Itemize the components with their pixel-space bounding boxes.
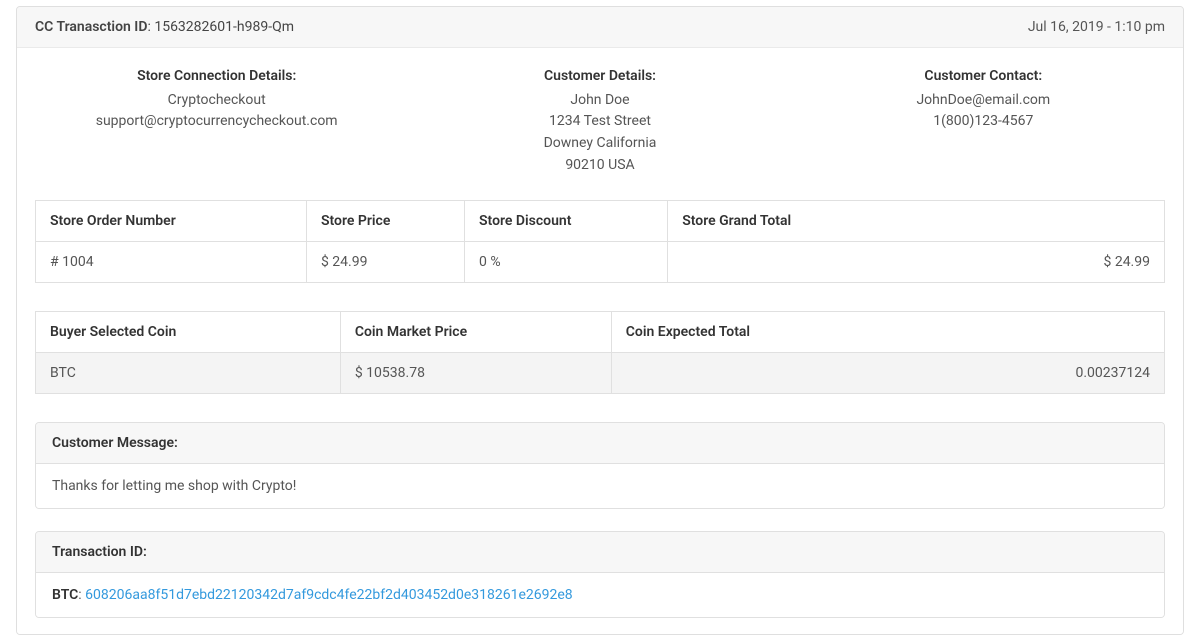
- coin-table-header-row: Buyer Selected Coin Coin Market Price Co…: [36, 312, 1165, 353]
- cell-order-number: # 1004: [36, 242, 307, 283]
- card-header: CC Tranasction ID: 1563282601-h989-Qm Ju…: [17, 7, 1183, 48]
- transaction-hash-link[interactable]: 608206aa8f51d7ebd22120342d7af9cdc4fe22bf…: [85, 587, 572, 603]
- cc-transaction-id: CC Tranasction ID: 1563282601-h989-Qm: [35, 19, 294, 35]
- cc-transaction-id-label: CC Tranasction ID: [35, 19, 147, 35]
- customer-contact: Customer Contact: JohnDoe@email.com 1(80…: [802, 66, 1165, 176]
- store-connection-title: Store Connection Details:: [35, 66, 398, 88]
- cell-market-price: $ 10538.78: [340, 353, 611, 394]
- customer-message-title: Customer Message:: [36, 423, 1164, 464]
- coin-table: Buyer Selected Coin Coin Market Price Co…: [35, 311, 1165, 394]
- col-order-number: Store Order Number: [36, 201, 307, 242]
- transaction-card: CC Tranasction ID: 1563282601-h989-Qm Ju…: [16, 6, 1184, 635]
- transaction-id-body: BTC: 608206aa8f51d7ebd22120342d7af9cdc4f…: [36, 573, 1164, 617]
- coin-table-row: BTC $ 10538.78 0.00237124: [36, 353, 1165, 394]
- cell-store-discount: 0 %: [465, 242, 668, 283]
- order-table: Store Order Number Store Price Store Dis…: [35, 200, 1165, 283]
- customer-contact-title: Customer Contact:: [802, 66, 1165, 88]
- customer-message-panel: Customer Message: Thanks for letting me …: [35, 422, 1165, 509]
- transaction-coin-label: BTC: [52, 587, 78, 603]
- col-store-discount: Store Discount: [465, 201, 668, 242]
- customer-postal: 90210 USA: [418, 155, 781, 177]
- transaction-timestamp: Jul 16, 2019 - 1:10 pm: [1028, 19, 1165, 35]
- store-name: Cryptocheckout: [35, 90, 398, 112]
- col-selected-coin: Buyer Selected Coin: [36, 312, 341, 353]
- cc-transaction-id-value: 1563282601-h989-Qm: [154, 19, 294, 35]
- cell-expected-total: 0.00237124: [611, 353, 1164, 394]
- customer-contact-phone: 1(800)123-4567: [802, 111, 1165, 133]
- col-expected-total: Coin Expected Total: [611, 312, 1164, 353]
- transaction-id-panel: Transaction ID: BTC: 608206aa8f51d7ebd22…: [35, 531, 1165, 618]
- col-store-grand-total: Store Grand Total: [668, 201, 1165, 242]
- transaction-id-title: Transaction ID:: [36, 532, 1164, 573]
- cell-selected-coin: BTC: [36, 353, 341, 394]
- cell-store-grand-total: $ 24.99: [668, 242, 1165, 283]
- customer-street: 1234 Test Street: [418, 111, 781, 133]
- order-table-header-row: Store Order Number Store Price Store Dis…: [36, 201, 1165, 242]
- customer-message-body: Thanks for letting me shop with Crypto!: [36, 464, 1164, 508]
- customer-details-title: Customer Details:: [418, 66, 781, 88]
- col-store-price: Store Price: [306, 201, 464, 242]
- customer-details: Customer Details: John Doe 1234 Test Str…: [418, 66, 781, 176]
- col-market-price: Coin Market Price: [340, 312, 611, 353]
- details-row: Store Connection Details: Cryptocheckout…: [35, 66, 1165, 176]
- customer-name: John Doe: [418, 90, 781, 112]
- card-body: Store Connection Details: Cryptocheckout…: [17, 48, 1183, 634]
- customer-contact-email: JohnDoe@email.com: [802, 90, 1165, 112]
- store-connection-details: Store Connection Details: Cryptocheckout…: [35, 66, 398, 176]
- cell-store-price: $ 24.99: [306, 242, 464, 283]
- order-table-row: # 1004 $ 24.99 0 % $ 24.99: [36, 242, 1165, 283]
- store-email: support@cryptocurrencycheckout.com: [35, 111, 398, 133]
- customer-city: Downey California: [418, 133, 781, 155]
